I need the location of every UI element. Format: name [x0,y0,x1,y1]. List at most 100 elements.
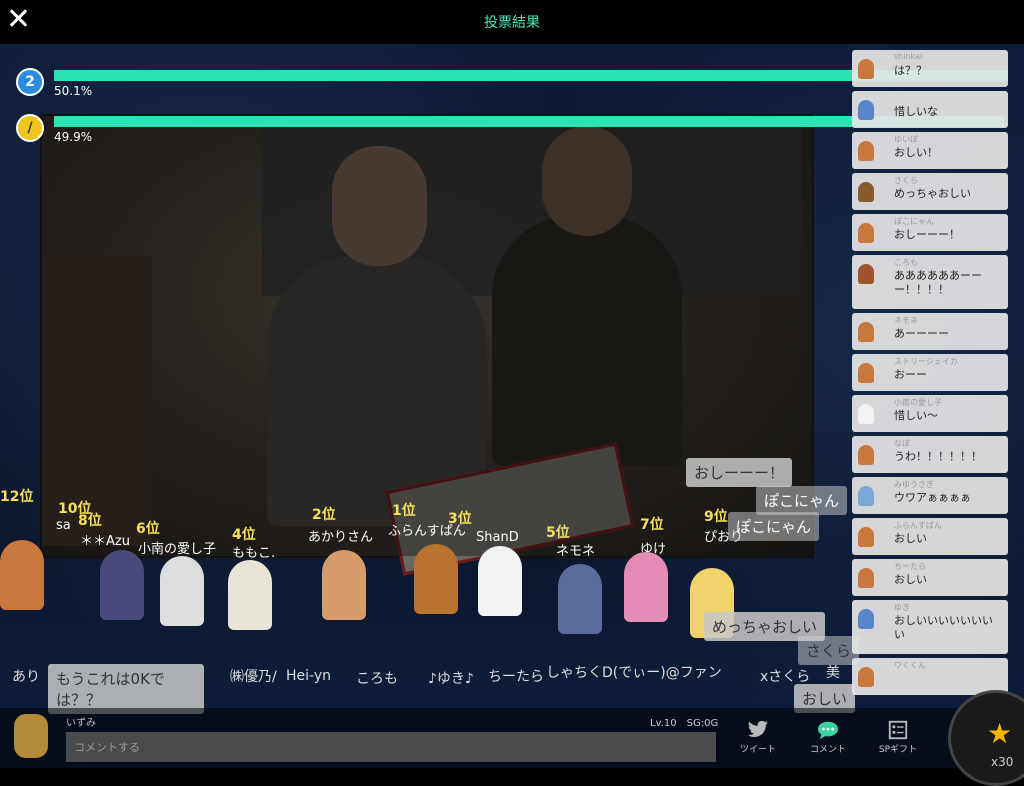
floating-comment: ぽこにゃん [756,486,848,515]
tweet-button[interactable]: ツイート [730,720,786,764]
avatar [858,404,874,424]
comment-user: さくら [894,176,918,185]
comment-user: ふらんすぱん [894,521,942,530]
avatar [624,552,668,622]
comment-user: みゆうさぎ [894,480,934,489]
gift-list-icon [888,720,908,740]
user-name: いずみ [66,718,96,729]
star-count: x30 [991,755,1014,769]
option-1-icon: 2 [16,68,44,96]
top-bar: 投票結果 [0,0,1024,44]
comment-list[interactable]: shinkai は？？ 惜しいな ゆいぽおしい！ さくらめっちゃおしい ぽこにゃん… [852,50,1008,699]
rank-name: ももこ. [232,546,276,561]
comment-user: ワくくん [894,661,926,670]
star-icon: ★ [987,717,1013,750]
rank-label: 4位 [232,527,256,543]
rank-label: 12位 [0,489,34,505]
comment-text: おしい [894,532,927,545]
comment-item: ちーたら おしい [852,559,1008,596]
avatar [858,182,874,202]
avatar [858,568,874,588]
avatar [0,540,44,610]
avatar [858,264,874,284]
rank-label: 2位 [312,507,336,523]
comment-item: ころも ああああああーーー！！！！ [852,255,1008,309]
avatar [100,550,144,620]
rank-label: 6位 [136,521,160,537]
comment-text: あーーーー [894,327,949,340]
comment-item: 小南の愛し子惜しい〜 [852,395,1008,432]
rank-name: あかりさん [308,530,374,545]
comment-text: おしい！ [894,146,938,159]
comment-item: なぽ うわ！！！！！！ [852,436,1008,473]
avatar [322,550,366,620]
avatar [858,445,874,465]
sp-gift-button[interactable]: SPギフト [870,720,926,764]
poll-percent-1: 50.1% [54,84,93,98]
avatar [858,223,874,243]
comment-item: ワくくん [852,658,1008,695]
rank-name: ネモネ [556,544,596,559]
rank-label: 7位 [640,517,664,533]
comment-text: おしい [894,573,927,586]
comment-user: 小南の愛し子 [894,398,942,407]
tweet-label: ツイート [739,745,776,755]
comment-item: ストリージェイカ おーー [852,354,1008,391]
viewer-name: 美 [826,665,840,681]
avatar [858,59,874,79]
viewer-name: ちーたら [488,669,544,685]
comment-item: ネモネ あーーーー [852,313,1008,350]
viewer-name: xさくら [760,669,811,685]
rank-name: ShanD [476,530,519,545]
comment-text: ウワアぁぁぁぁ [894,491,971,504]
viewer-name: ㈱優乃/ [230,669,277,685]
avatar [228,560,272,630]
comment-text: おしいいいいいいいい [894,614,993,641]
comment-item: ゆきおしいいいいいいいい [852,600,1008,654]
bottom-bar: いずみ Lv.10 SG:0G ツイート コメント SPギフト [0,708,1024,768]
comment-text: おーー [894,368,927,381]
rank-name: 小南の愛し子 [138,542,217,557]
comment-user: shinkai [894,52,923,61]
comment-user: ゆいぽ [894,135,918,144]
user-avatar[interactable] [14,714,48,758]
avatar [858,363,874,383]
comment-text: おしーーー！ [894,228,960,241]
comment-user: ゆき [894,603,910,612]
comment-item: ふらんすぱん おしい [852,518,1008,555]
comment-button[interactable]: コメント [800,720,856,764]
avatar [414,544,458,614]
page-title: 投票結果 [484,15,540,31]
comment-user: なぽ [894,439,910,448]
avatar [858,527,874,547]
avatar [858,667,874,687]
comment-item: 惜しいな [852,91,1008,128]
floating-comment: もうこれは0Kで は？？ [48,664,204,714]
viewer-name: Hei-yn [286,668,331,684]
avatar [478,546,522,616]
comment-user: ネモネ [894,316,918,325]
comment-user: ちーたら [894,562,926,571]
avatar [858,100,874,120]
viewer-name: しゃちくD(でぃー)@ファン [546,665,722,681]
comment-item: shinkai は？？ [852,50,1008,87]
avatar [858,486,874,506]
viewer-name: ころも [356,671,398,687]
comment-user: ぽこにゃん [894,217,934,226]
avatar [160,556,204,626]
rank-label: 8位 [78,513,102,529]
comment-text: めっちゃおしい [894,187,971,200]
comment-input[interactable] [66,732,716,762]
comment-item: さくらめっちゃおしい [852,173,1008,210]
viewer-name: ♪ゆき♪ [428,671,474,687]
comment-text: 惜しいな [894,105,938,118]
twitter-bird-icon [747,720,769,737]
floating-comment: さくら [798,636,860,665]
rank-name: ＊＊Azu [80,534,130,549]
comment-item: ぽこにゃんおしーーー！ [852,214,1008,251]
comment-text: 惜しい〜 [894,409,938,422]
option-2-icon: / [16,114,44,142]
rank-label: 9位 [704,509,728,525]
comment-text: は？？ [894,64,927,77]
rank-label: 3位 [448,511,472,527]
